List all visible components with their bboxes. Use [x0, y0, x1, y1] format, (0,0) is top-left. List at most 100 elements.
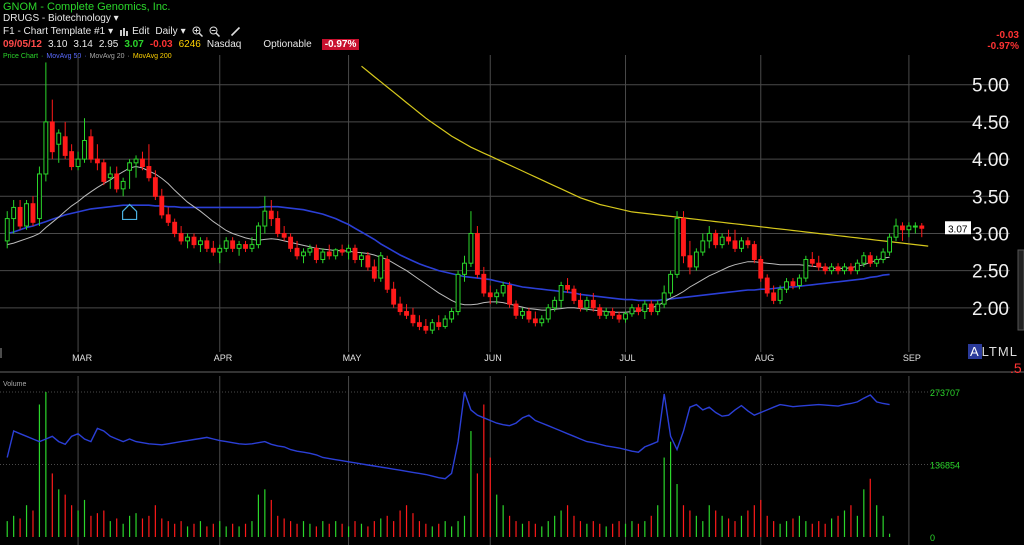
candle-body [674, 218, 680, 275]
candle [648, 300, 654, 316]
price-tick-label: 3.00 [972, 224, 1009, 245]
candle-body [867, 255, 873, 264]
candle [887, 233, 893, 256]
candle [191, 233, 197, 249]
candle-body [790, 281, 796, 287]
candle-body [539, 318, 545, 324]
candle-body [436, 322, 442, 327]
candle [912, 222, 918, 234]
candle-body [268, 210, 274, 220]
candle-body [681, 218, 686, 257]
candle [558, 281, 564, 308]
month-label: MAY [343, 353, 362, 363]
candle [301, 248, 306, 264]
price-tick-label: 3.50 [972, 187, 1009, 208]
candle-body [101, 162, 107, 182]
candle-body [719, 236, 725, 246]
candle [758, 255, 764, 282]
candle-body [455, 273, 461, 313]
candle [449, 307, 455, 323]
month-label: SEP [903, 353, 921, 363]
candle [532, 311, 538, 327]
candle [391, 281, 397, 308]
candle-body [822, 266, 828, 272]
candle [429, 318, 435, 334]
candle-body [352, 247, 358, 260]
candle-body [236, 244, 242, 249]
candle-body [745, 240, 751, 246]
candle-body [198, 240, 203, 246]
candle-body [326, 251, 332, 257]
candle [339, 244, 345, 256]
candle-body [552, 299, 558, 309]
candle-body [526, 311, 532, 320]
candle-body [230, 240, 236, 249]
candle [880, 248, 886, 264]
candle-body [152, 177, 158, 197]
candle-body [172, 221, 178, 234]
candle-body [107, 173, 113, 179]
candle-body [623, 313, 628, 320]
candle-body [816, 262, 822, 268]
candle-body [874, 258, 880, 264]
candle [693, 248, 699, 271]
candle [668, 270, 674, 297]
candle-body [893, 225, 899, 238]
candle [101, 159, 107, 186]
candle [281, 226, 287, 241]
candle-body [532, 318, 538, 324]
candle [49, 99, 55, 160]
candle-body [133, 158, 139, 164]
candle-body [62, 136, 68, 156]
candle [764, 274, 770, 297]
candle-body [854, 262, 860, 272]
candle-body [243, 244, 248, 249]
candle [36, 166, 42, 227]
candle-body [648, 303, 654, 313]
tool-a-button[interactable]: A [968, 344, 982, 359]
candle-body [30, 203, 36, 223]
candle-body [713, 232, 719, 246]
candle-body [558, 285, 564, 301]
volume-pane-label: Volume [3, 381, 26, 388]
candle-body [49, 121, 55, 153]
candle-body [17, 206, 23, 227]
candle-body [210, 247, 216, 253]
candle-body [94, 158, 100, 164]
candle-body [751, 244, 757, 260]
candle-body [359, 255, 364, 260]
last-price-label: 3.07 [948, 224, 968, 235]
candle [275, 211, 281, 238]
candle-body [75, 158, 81, 168]
candle [487, 285, 493, 305]
candle [726, 229, 731, 245]
candle [423, 318, 429, 334]
candle [262, 196, 268, 234]
candle [507, 281, 513, 308]
candle [165, 207, 171, 227]
candle-body [423, 325, 429, 331]
candle-body [500, 285, 506, 294]
candle [75, 151, 81, 171]
candle [597, 304, 603, 319]
candle [700, 233, 706, 256]
candle [243, 240, 248, 253]
candle [629, 304, 635, 317]
candle-body [758, 258, 764, 279]
candle [681, 211, 686, 264]
month-label: AUG [755, 353, 775, 363]
candle-body [365, 255, 371, 268]
candle-body [313, 247, 319, 260]
candle-body [661, 292, 667, 305]
chart-tool-buttons[interactable]: A LTML [968, 344, 1018, 359]
tool-ltml-label[interactable]: LTML [982, 344, 1018, 359]
candle-body [378, 255, 384, 279]
candle [230, 237, 236, 253]
price-tick-label: 4.50 [972, 113, 1009, 134]
candle [30, 196, 36, 227]
candle-body [320, 251, 326, 260]
candle-body [462, 262, 467, 275]
candle-body [397, 303, 403, 313]
candle-body [597, 307, 603, 316]
candle [784, 278, 789, 293]
